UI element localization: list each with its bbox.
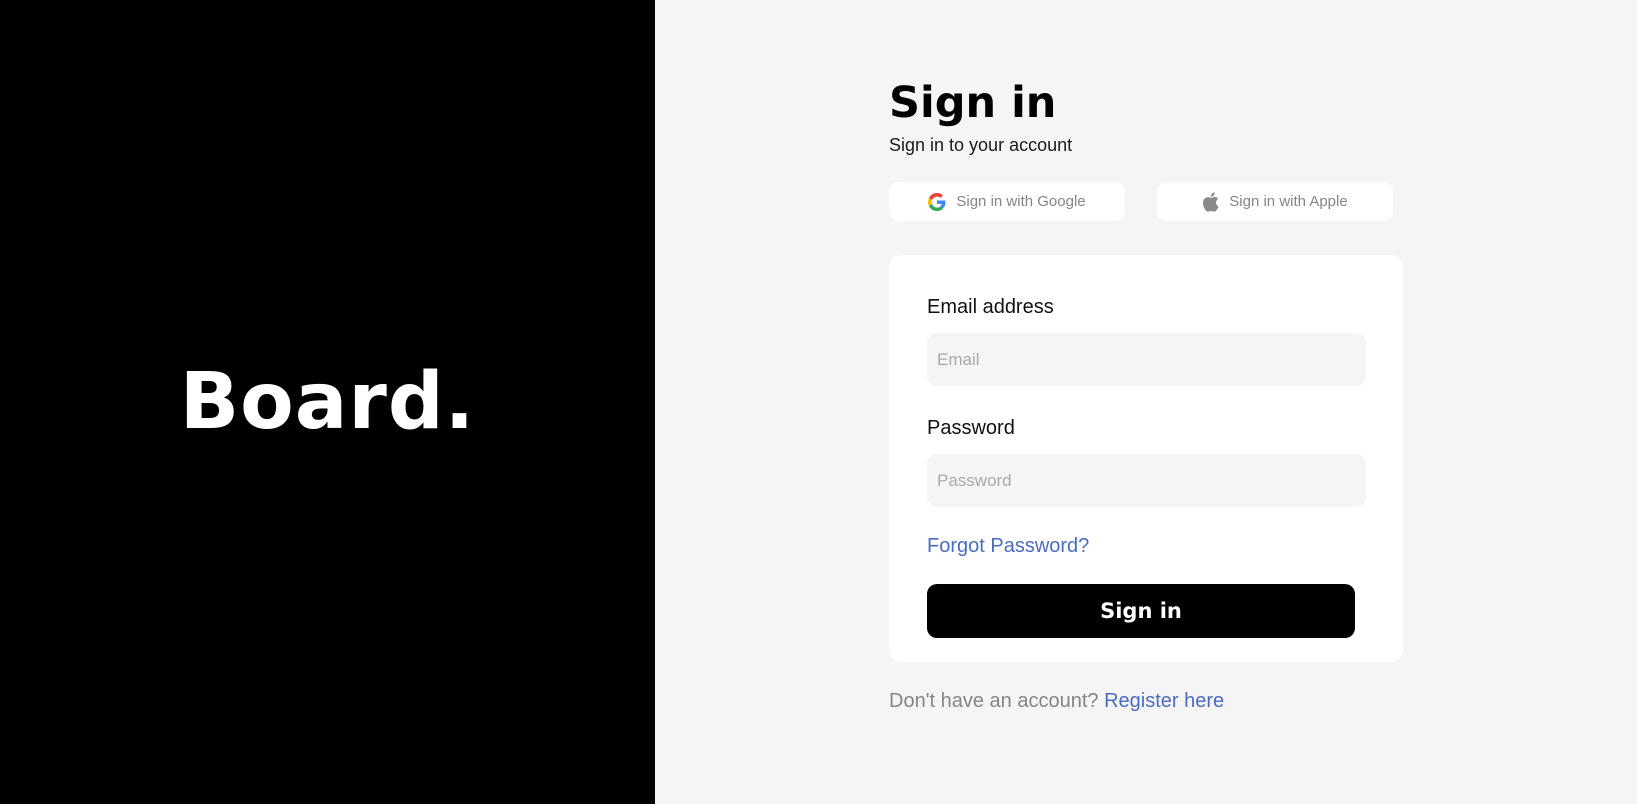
register-link[interactable]: Register here [1104,690,1224,712]
signin-form-card: Email address Password Forgot Password? … [889,255,1403,662]
apple-icon [1202,191,1219,212]
email-field[interactable] [927,333,1366,386]
apple-signin-button[interactable]: Sign in with Apple [1157,182,1393,221]
brand-panel: Board. [0,0,655,804]
apple-signin-label: Sign in with Apple [1229,193,1348,210]
page-title: Sign in [889,78,1057,128]
google-signin-label: Sign in with Google [956,193,1086,210]
signin-button[interactable]: Sign in [927,584,1355,638]
page-subtitle: Sign in to your account [889,135,1073,155]
password-label: Password [927,417,1015,439]
brand-logo: Board. [179,357,476,447]
google-signin-button[interactable]: Sign in with Google [889,182,1125,221]
google-icon [928,192,946,211]
main-panel: Sign in Sign in to your account Sign in … [655,0,1637,804]
social-login-row: Sign in with Google Sign in with Apple [889,182,1409,221]
register-prompt: Don't have an account? [889,690,1105,712]
forgot-password-link[interactable]: Forgot Password? [927,535,1089,558]
register-row: Don't have an account? Register here [889,690,1409,713]
password-field[interactable] [927,454,1366,507]
signin-content: Sign in Sign in to your account Sign in … [889,77,1409,713]
email-label: Email address [927,296,1054,318]
